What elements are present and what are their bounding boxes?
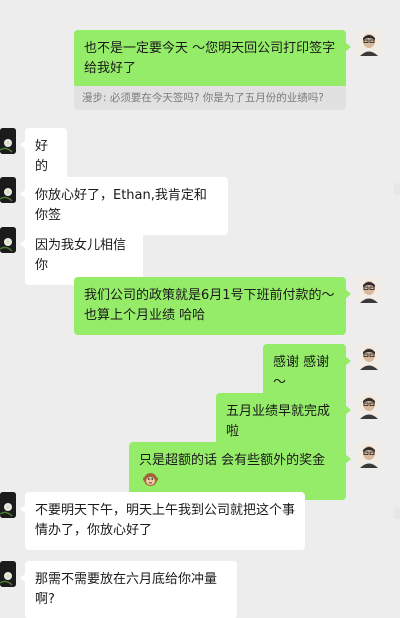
message-text: 也不是一定要今天 ～您明天回公司打印签字给我好了 [84,41,336,76]
message-bubble-received[interactable]: 不要明天下午，明天上午我到公司就把这个事情办了，你放心好了 [20,492,305,550]
avatar-dark-flower-icon [0,177,16,203]
message-bubble-sent[interactable]: 我们公司的政策就是6月1号下班前付款的～也算上个月业绩 哈哈 [74,277,351,335]
avatar-man-with-glasses-icon [356,344,382,370]
my-avatar[interactable] [356,277,382,303]
message-text: 五月业绩早就完成啦 [226,404,331,439]
scroll-edge-mark [394,507,400,519]
my-avatar[interactable] [356,442,382,468]
quoted-message-text: 漫步: 必须要在今天签吗? 你是为了五月份的业绩吗? [82,92,324,104]
message-text: 那需不需要放在六月底给你冲量啊? [35,572,218,607]
contact-avatar[interactable] [0,492,16,518]
message-text: 我们公司的政策就是6月1号下班前付款的～也算上个月业绩 哈哈 [84,288,335,323]
my-avatar[interactable] [356,30,382,56]
message-text: 因为我女儿相信你 [35,238,127,273]
avatar-dark-flower-icon [0,128,16,154]
contact-avatar[interactable] [0,561,16,587]
avatar-man-with-glasses-icon [356,30,382,56]
scroll-edge-mark [394,183,400,195]
avatar-man-with-glasses-icon [356,277,382,303]
avatar-dark-flower-icon [0,227,16,253]
quoted-message[interactable]: 漫步: 必须要在今天签吗? 你是为了五月份的业绩吗? [74,86,346,110]
message-text: 你放心好了，Ethan,我肯定和你签 [35,188,207,223]
contact-avatar[interactable] [0,128,16,154]
message-text: 只是超额的话 会有些额外的奖金 [139,453,326,468]
contact-avatar[interactable] [0,227,16,253]
avatar-dark-flower-icon [0,492,16,518]
message-text: 感谢 感谢～ [273,355,330,390]
message-text: 好的 [35,139,49,174]
message-text: 不要明天下午，明天上午我到公司就把这个事情办了，你放心好了 [35,503,296,538]
contact-avatar[interactable] [0,177,16,203]
chat-window: 也不是一定要今天 ～您明天回公司打印签字给我好了 漫步: 必须要在今天签吗? 你… [0,0,400,618]
message-bubble-received[interactable]: 那需不需要放在六月底给你冲量啊? [20,561,237,618]
my-avatar[interactable] [356,393,382,419]
avatar-man-with-glasses-icon [356,442,382,468]
monkey-face-emoji-icon [143,472,158,487]
message-bubble-sent[interactable]: 也不是一定要今天 ～您明天回公司打印签字给我好了 [74,30,351,88]
avatar-man-with-glasses-icon [356,393,382,419]
avatar-dark-flower-icon [0,561,16,587]
my-avatar[interactable] [356,344,382,370]
